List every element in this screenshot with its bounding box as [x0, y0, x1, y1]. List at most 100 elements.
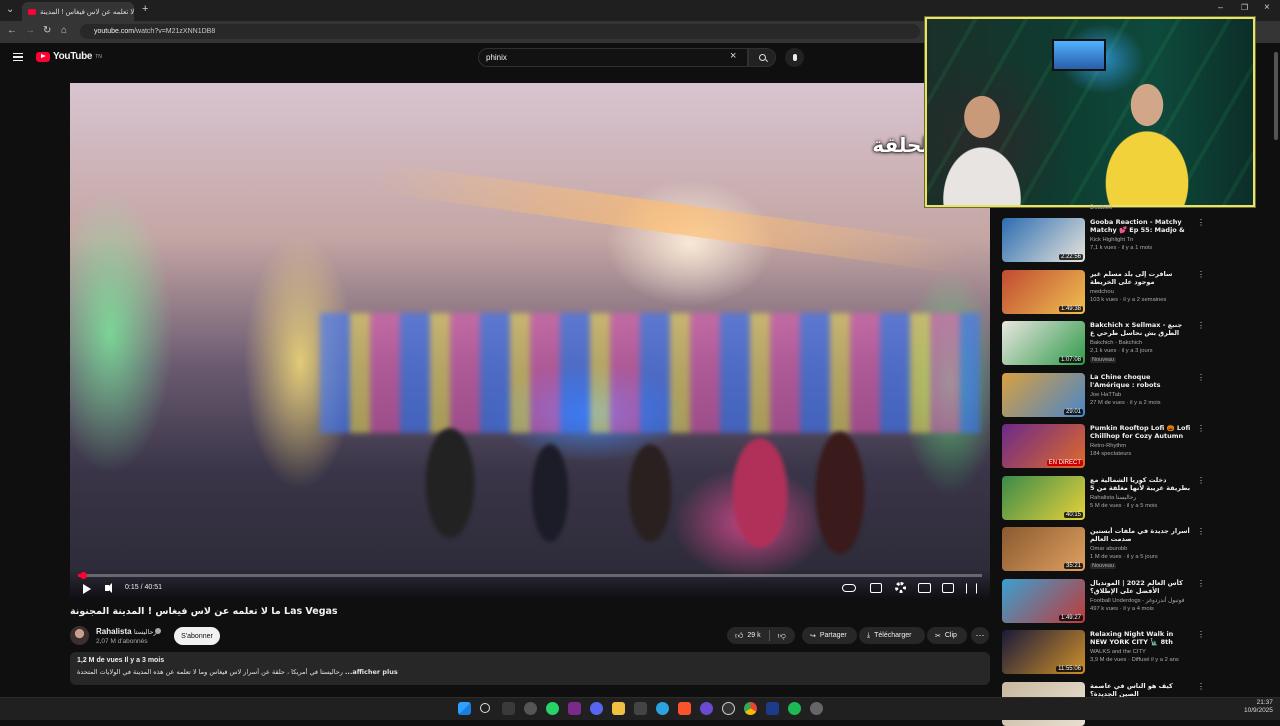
recommendation-title[interactable]: Bakchich x Sellmax - جنبع الطرق بش نحاسل… [1090, 321, 1192, 339]
video-player[interactable]: هذه الحلقة 0:15 / 40:51 [70, 83, 990, 600]
fullscreen-icon[interactable] [966, 583, 977, 594]
download-button[interactable]: ⤓ Télécharger [859, 627, 925, 644]
app-icon-1[interactable] [568, 702, 581, 715]
new-tab-icon[interactable]: + [142, 4, 148, 15]
recommendation-channel[interactable]: Bakchich - Bakchich [1090, 340, 1142, 346]
minimize-icon[interactable]: – [1218, 3, 1223, 12]
recommendation-item[interactable]: 1:49:27 كأس العالم 2022 | المونديال الأفض… [1002, 579, 1205, 625]
more-options-icon[interactable]: ⋮ [1197, 527, 1205, 536]
progress-bar[interactable] [78, 574, 982, 577]
chrome-icon[interactable] [744, 702, 757, 715]
video-thumbnail[interactable]: 1:49:38 [1002, 270, 1085, 314]
browser-tab[interactable]: ما لا تعلمه عن لاس فيغاس ! المدينة × [22, 2, 134, 21]
channel-avatar[interactable] [70, 626, 89, 645]
menu-icon[interactable] [13, 53, 23, 61]
recommendation-item[interactable]: 2:22:56 Gooba Reaction - Matchy Matchy 💕 … [1002, 218, 1205, 264]
progress-scrubber[interactable] [80, 572, 87, 579]
show-more-link[interactable]: ...afficher plus [345, 668, 398, 676]
video-thumbnail[interactable]: 1:07:08 [1002, 321, 1085, 365]
play-button[interactable] [83, 584, 91, 594]
recommendation-channel[interactable]: Omar aburobb [1090, 546, 1127, 552]
recommendation-channel[interactable]: WALKS and the CITY [1090, 649, 1146, 655]
theater-mode-icon[interactable] [918, 583, 931, 593]
more-options-icon[interactable]: ⋮ [1197, 682, 1205, 691]
channel-name[interactable]: Rahalista رحاليستا [96, 627, 157, 636]
video-thumbnail[interactable]: 11:55:06 [1002, 630, 1085, 674]
forward-icon[interactable]: → [25, 26, 35, 36]
settings-gear-icon[interactable] [895, 582, 906, 593]
clip-button[interactable]: ✂ Clip [927, 627, 967, 644]
thumbs-down-icon[interactable]: 👎︎ [778, 631, 786, 641]
recommendation-item[interactable]: 29:01 La Chine choque l'Amérique : robots… [1002, 373, 1205, 419]
recommendation-title[interactable]: Gooba Reaction - Matchy Matchy 💕 Ep 55: … [1090, 218, 1192, 236]
video-thumbnail[interactable]: 29:01 [1002, 373, 1085, 417]
recommendation-item[interactable]: 1:07:08 Bakchich x Sellmax - جنبع الطرق ب… [1002, 321, 1205, 367]
app-icon-2[interactable] [634, 702, 647, 715]
recommendation-item[interactable]: 40:15 دخلت كوريا الشمالية مع بطريقة غريبة… [1002, 476, 1205, 522]
video-thumbnail[interactable]: 35:21 [1002, 527, 1085, 571]
home-icon[interactable]: ⌂ [61, 26, 67, 36]
recommendation-channel[interactable]: Joe HaTTab [1090, 392, 1121, 398]
more-options-icon[interactable]: ⋮ [1197, 218, 1205, 227]
search-button[interactable] [748, 48, 776, 67]
app-icon-4[interactable] [722, 702, 735, 715]
back-icon[interactable]: ← [7, 26, 17, 36]
close-window-icon[interactable]: × [1264, 3, 1270, 13]
recommendation-title[interactable]: سافرت إلى بلد مسلم غير موجود على الخريطة [1090, 270, 1192, 287]
more-options-icon[interactable]: ⋮ [1197, 321, 1205, 330]
recommendation-channel[interactable]: medchou [1090, 289, 1114, 295]
recommendation-channel[interactable]: Kick Highlight Tn [1090, 237, 1133, 243]
thumbs-up-icon[interactable]: 👍︎ [735, 631, 743, 641]
autoplay-toggle-icon[interactable] [842, 584, 856, 592]
copilot-icon[interactable] [524, 702, 537, 715]
like-count[interactable]: 29 k [747, 632, 760, 639]
more-options-icon[interactable]: ⋮ [1197, 270, 1205, 279]
taskbar-clock[interactable]: 21:37 10/9/2025 [1244, 699, 1273, 716]
video-thumbnail[interactable]: 40:15 [1002, 476, 1085, 520]
settings-app-icon[interactable] [810, 702, 823, 715]
subscribe-button[interactable]: S'abonner [174, 627, 220, 645]
recommendation-item[interactable]: كيف هو الناس في عاصمة الصين الجديدة؟ ⋮ [1002, 682, 1205, 726]
recommendation-title[interactable]: أسرار جديدة في ملفات أبستين صدمت العالم [1090, 527, 1192, 544]
file-explorer-icon[interactable] [612, 702, 625, 715]
recommendation-item[interactable]: 11:55:06 Relaxing Night Walk in NEW YORK … [1002, 630, 1205, 676]
recommendation-channel[interactable]: Football Underdogs - فوتبول أندردوغز [1090, 598, 1184, 604]
windows-start-icon[interactable] [458, 702, 471, 715]
taskbar-search-icon[interactable] [480, 703, 490, 713]
recommendation-title[interactable]: La Chine choque l'Amérique : robots huma… [1090, 373, 1192, 391]
scrollbar[interactable] [1273, 45, 1280, 695]
share-button[interactable]: ↪ Partager [802, 627, 857, 644]
maximize-icon[interactable]: ❐ [1241, 4, 1248, 12]
reload-icon[interactable]: ↻ [43, 26, 51, 36]
scrollbar-thumb[interactable] [1274, 52, 1278, 140]
task-view-icon[interactable] [502, 702, 515, 715]
description-box[interactable]: 1,2 M de vues Il y a 3 mois رحاليستا في … [70, 652, 990, 685]
recommendation-title[interactable]: Relaxing Night Walk in NEW YORK CITY 🗽 8… [1090, 630, 1192, 648]
brave-icon[interactable] [678, 702, 691, 715]
more-actions-button[interactable]: ⋯ [971, 627, 989, 644]
recommendation-channel[interactable]: Retro-Rhythm [1090, 443, 1126, 449]
clear-search-icon[interactable]: × [730, 50, 736, 62]
telegram-icon[interactable] [656, 702, 669, 715]
volume-icon[interactable] [105, 583, 112, 593]
cast-icon[interactable] [942, 583, 954, 593]
tab-list-icon[interactable]: ⌄ [6, 5, 14, 15]
video-thumbnail[interactable]: 2:22:56 [1002, 218, 1085, 262]
discord-icon[interactable] [590, 702, 603, 715]
recommendation-item[interactable]: 1:49:38 سافرت إلى بلد مسلم غير موجود على … [1002, 270, 1205, 316]
recommendation-item[interactable]: 35:21 أسرار جديدة في ملفات أبستين صدمت ال… [1002, 527, 1205, 573]
more-options-icon[interactable]: ⋮ [1197, 579, 1205, 588]
recommendation-channel[interactable]: Rahalista رحاليستا [1090, 495, 1136, 501]
recommendation-title[interactable]: دخلت كوريا الشمالية مع بطريقة غريبة لأنه… [1090, 476, 1192, 494]
more-options-icon[interactable]: ⋮ [1197, 630, 1205, 639]
app-icon-5[interactable] [766, 702, 779, 715]
more-options-icon[interactable]: ⋮ [1197, 373, 1205, 382]
youtube-logo[interactable]: YouTube TN [36, 51, 102, 62]
app-icon-3[interactable] [700, 702, 713, 715]
more-options-icon[interactable]: ⋮ [1197, 476, 1205, 485]
video-thumbnail[interactable]: 1:49:27 [1002, 579, 1085, 623]
more-options-icon[interactable]: ⋮ [1197, 424, 1205, 433]
video-thumbnail[interactable]: EN DIRECT [1002, 424, 1085, 468]
spotify-icon[interactable] [788, 702, 801, 715]
search-input[interactable]: phinix [478, 48, 748, 67]
